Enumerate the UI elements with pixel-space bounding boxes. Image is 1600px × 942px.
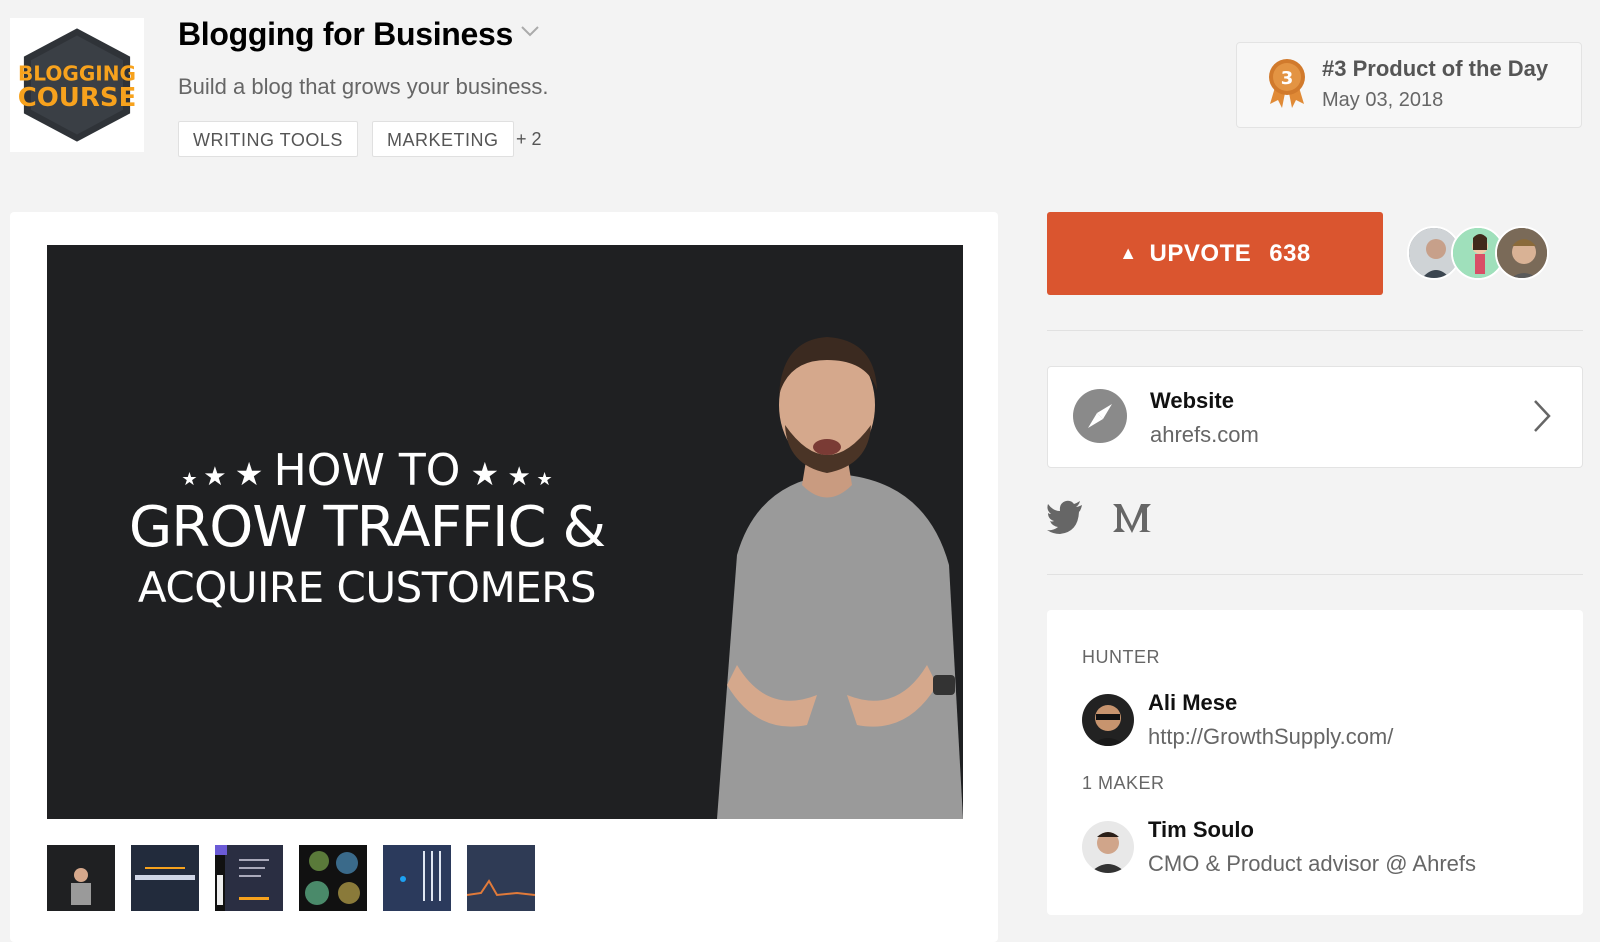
divider <box>1047 330 1583 331</box>
website-label: Website <box>1150 388 1234 413</box>
hunter-description: http://GrowthSupply.com/ <box>1148 724 1394 749</box>
maker-name[interactable]: Tim Soulo <box>1148 817 1254 843</box>
chevron-down-icon[interactable] <box>520 24 540 38</box>
compass-icon <box>1073 389 1127 443</box>
logo-text-line1: BLOGGING <box>18 61 136 85</box>
video-title-line2: GROW TRAFFIC & <box>128 495 606 560</box>
logo-hexagon: BLOGGING COURSE <box>18 28 136 142</box>
upvote-label: UPVOTE <box>1149 239 1252 267</box>
video-title-line1: ★ ★ ★ HOW TO ★ ★ ★ <box>181 445 553 496</box>
product-title: Blogging for Business <box>178 16 514 52</box>
tag-marketing[interactable]: MARKETING <box>372 121 514 157</box>
maker-heading: 1 MAKER <box>1082 773 1165 793</box>
hunter-avatar[interactable] <box>1082 694 1134 746</box>
website-url: ahrefs.com <box>1150 422 1259 447</box>
maker-avatar[interactable] <box>1082 821 1134 873</box>
video-player[interactable]: ★ ★ ★ HOW TO ★ ★ ★ GROW TRAFFIC & ACQUIR… <box>47 245 963 819</box>
video-title-line3: ACQUIRE CUSTOMERS <box>137 563 597 612</box>
upvote-button[interactable]: ▲ UPVOTE 638 <box>1047 212 1383 295</box>
medium-icon[interactable] <box>1113 502 1151 534</box>
more-tags-link[interactable]: + 2 <box>516 121 542 157</box>
medal-rank: 3 <box>1281 68 1294 89</box>
hunter-heading: HUNTER <box>1082 647 1160 667</box>
divider <box>1047 574 1583 575</box>
badge-title: #3 Product of the Day <box>1322 56 1549 81</box>
upvote-arrow-icon: ▲ <box>1119 243 1138 263</box>
medal-icon: 3 <box>1269 59 1305 108</box>
tag-writing-tools[interactable]: WRITING TOOLS <box>178 121 358 157</box>
screenshot-thumbnail[interactable] <box>215 845 283 911</box>
chevron-right-icon <box>1534 400 1551 432</box>
twitter-icon[interactable] <box>1047 500 1083 534</box>
product-tagline: Build a blog that grows your business. <box>178 74 549 99</box>
product-logo: BLOGGING COURSE <box>10 18 144 152</box>
screenshot-thumbnail[interactable] <box>383 845 451 911</box>
screenshot-thumbnail[interactable] <box>131 845 199 911</box>
avatar[interactable] <box>1495 226 1549 280</box>
badge-date: May 03, 2018 <box>1322 89 1444 111</box>
screenshot-thumbnail[interactable] <box>467 845 535 911</box>
video-thumbnail[interactable] <box>47 845 115 911</box>
logo-text-line2: COURSE <box>18 83 136 113</box>
screenshot-thumbnail[interactable] <box>299 845 367 911</box>
hunter-name[interactable]: Ali Mese <box>1148 690 1237 716</box>
upvote-count: 638 <box>1269 239 1311 267</box>
maker-description: CMO & Product advisor @ Ahrefs <box>1148 851 1477 876</box>
presenter-image <box>717 337 963 819</box>
